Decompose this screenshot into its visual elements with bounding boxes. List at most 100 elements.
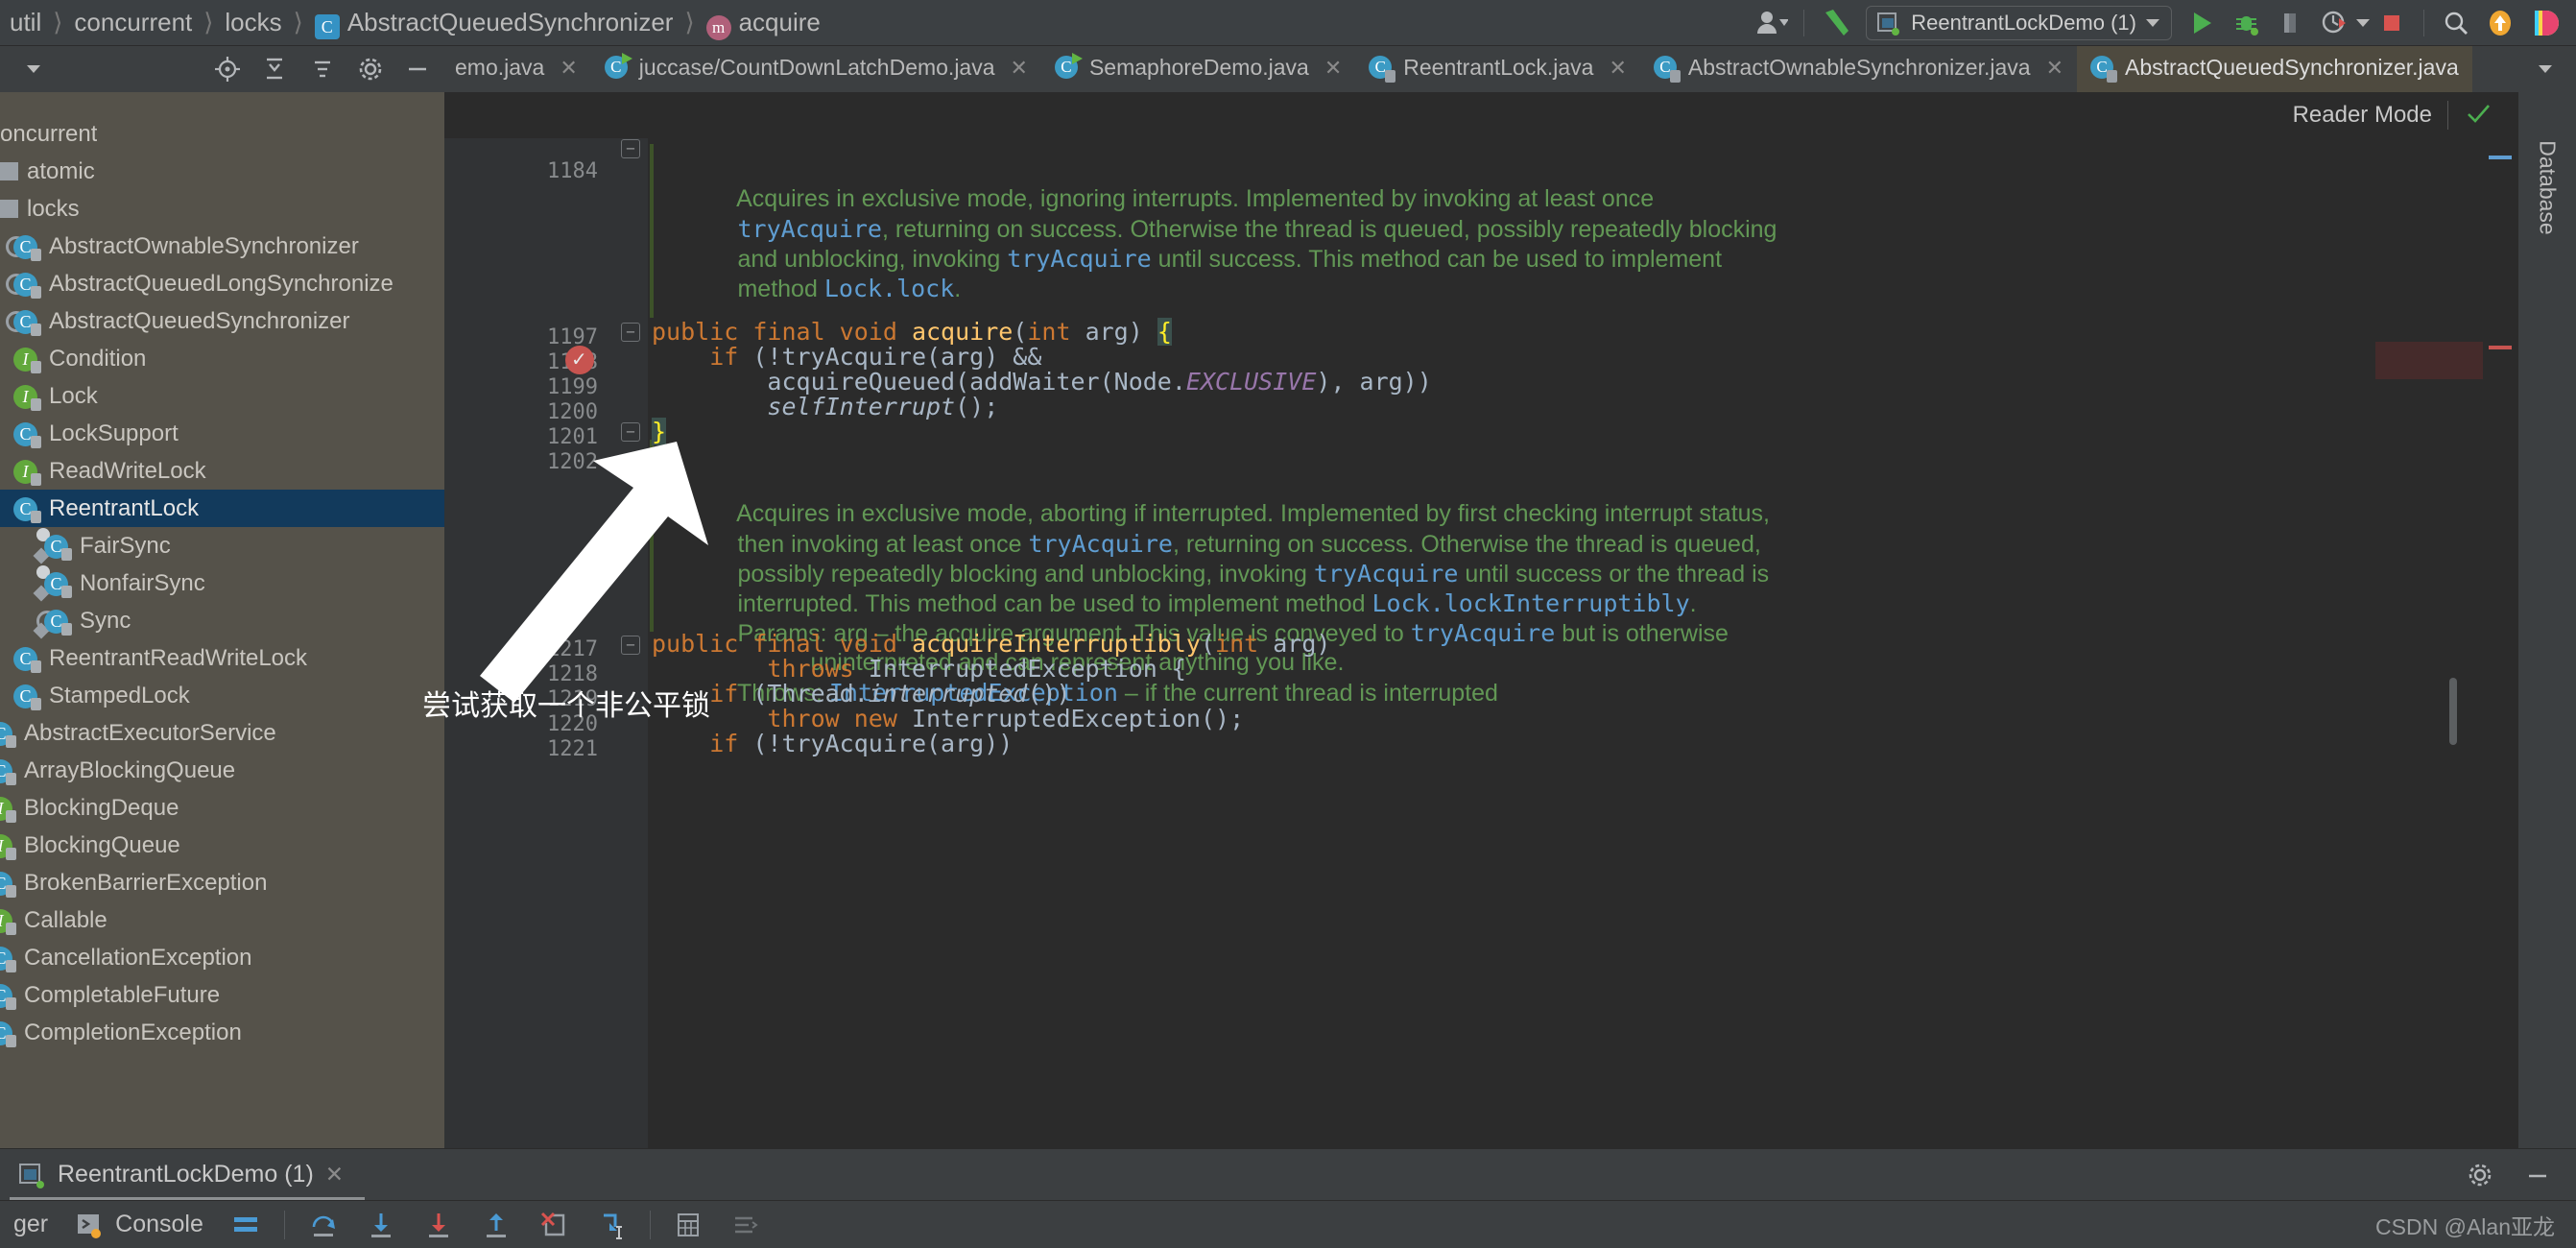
editor-scrollbar[interactable]: [2449, 678, 2457, 745]
tree-item-abstract-ownable-synchronizer[interactable]: C AbstractOwnableSynchronizer: [0, 228, 444, 265]
javadoc-link-tryacquire[interactable]: tryAcquire: [1007, 245, 1152, 273]
code-line-1198-text: if (!tryAcquire(arg) &&: [652, 343, 1041, 371]
collapse-all-icon[interactable]: [298, 46, 346, 92]
breakpoint-verified-icon[interactable]: ✓: [565, 346, 594, 374]
debugger-tab[interactable]: ger: [0, 1211, 61, 1238]
breadcrumb-item-method[interactable]: macquire: [697, 8, 830, 38]
chevron-down-icon[interactable]: [2146, 19, 2159, 27]
select-opened-file-icon[interactable]: [203, 46, 251, 92]
run-tab-reentrantlockdemo[interactable]: ReentrantLockDemo (1) ✕: [0, 1161, 357, 1189]
run-to-cursor-icon[interactable]: [583, 1210, 640, 1240]
chevron-down-icon[interactable]: [2520, 46, 2570, 92]
fold-marker[interactable]: −: [621, 636, 640, 655]
breadcrumb-item-concurrent[interactable]: concurrent: [64, 8, 202, 37]
tree-item-condition[interactable]: I Condition: [0, 340, 444, 377]
breadcrumb-item-locks[interactable]: locks: [215, 8, 291, 37]
fold-marker[interactable]: −: [621, 323, 640, 342]
close-icon[interactable]: ✕: [560, 56, 577, 81]
marker-red[interactable]: [2489, 346, 2512, 349]
profiler-icon[interactable]: [2312, 1, 2356, 45]
debug-icon[interactable]: [2224, 1, 2268, 45]
tree-item-completable-future[interactable]: C CompletableFuture: [0, 976, 444, 1014]
divider: [650, 1211, 651, 1239]
marker-blue[interactable]: [2489, 156, 2512, 159]
javadoc-link-tryacquire[interactable]: tryAcquire: [1411, 619, 1556, 647]
threads-icon[interactable]: [716, 1211, 772, 1239]
project-tree[interactable]: oncurrent atomic locks C AbstractOwnable…: [0, 92, 444, 1148]
tree-item-lock-support[interactable]: C LockSupport: [0, 415, 444, 452]
close-icon[interactable]: ✕: [2046, 56, 2063, 81]
fold-column[interactable]: − − − −: [609, 138, 648, 1148]
close-icon[interactable]: ✕: [325, 1162, 344, 1188]
tree-item-abstract-queued-long-synchronizer[interactable]: C AbstractQueuedLongSynchronize: [0, 265, 444, 302]
expand-all-icon[interactable]: [251, 46, 299, 92]
tree-item-nonfair-sync[interactable]: C NonfairSync: [0, 564, 444, 602]
fold-marker[interactable]: −: [621, 422, 640, 442]
step-into-icon[interactable]: [352, 1210, 410, 1240]
editor-tab-0[interactable]: emo.java ✕: [441, 46, 591, 92]
tree-item-reentrant-lock[interactable]: C ReentrantLock: [0, 490, 444, 527]
tree-item-atomic[interactable]: atomic: [0, 153, 444, 190]
update-project-icon[interactable]: [2478, 1, 2522, 45]
tree-item-cancellation-exception[interactable]: C CancellationException: [0, 939, 444, 976]
chevron-down-icon[interactable]: [10, 46, 58, 92]
tree-item-abstract-queued-synchronizer[interactable]: C AbstractQueuedSynchronizer: [0, 302, 444, 340]
tree-item-label: BrokenBarrierException: [24, 870, 267, 897]
tree-item-completion-exception[interactable]: C CompletionException: [0, 1014, 444, 1051]
editor-marker-column[interactable]: [2483, 138, 2517, 1148]
account-icon[interactable]: [1750, 1, 1794, 45]
tree-item-stamped-lock[interactable]: C StampedLock: [0, 677, 444, 714]
tree-item-callable[interactable]: I Callable: [0, 901, 444, 939]
tabs-overflow[interactable]: [2520, 46, 2576, 92]
editor-tab-5-active[interactable]: C AbstractQueuedSynchronizer.java: [2077, 46, 2472, 92]
fold-marker[interactable]: −: [621, 139, 640, 158]
tree-item-lock[interactable]: I Lock: [0, 377, 444, 415]
stop-icon[interactable]: [2370, 1, 2414, 45]
hide-panel-icon[interactable]: [394, 46, 441, 92]
tree-item-sync[interactable]: C Sync: [0, 602, 444, 639]
evaluate-expression-icon[interactable]: [660, 1211, 716, 1239]
tree-item-reentrant-read-write-lock[interactable]: C ReentrantReadWriteLock: [0, 639, 444, 677]
layout-icon[interactable]: [217, 1211, 274, 1239]
close-icon[interactable]: ✕: [1324, 56, 1342, 81]
code-editor[interactable]: Reader Mode 1184 1197 1198 1199 1200 120…: [444, 92, 2517, 1148]
source-code[interactable]: Acquires in exclusive mode, ignoring int…: [648, 138, 2517, 1148]
tree-item-label: AbstractExecutorService: [24, 720, 276, 747]
search-everywhere-icon[interactable]: [2434, 1, 2478, 45]
minimize-icon[interactable]: [2513, 1152, 2563, 1198]
close-icon[interactable]: ✕: [1011, 56, 1028, 81]
line-number-gutter[interactable]: 1184 1197 1198 1199 1200 1201 1202 1217 …: [444, 138, 609, 1148]
tree-item-array-blocking-queue[interactable]: C ArrayBlockingQueue: [0, 752, 444, 789]
breadcrumb-item-util[interactable]: util: [0, 8, 51, 37]
profiler-chevron-icon[interactable]: [2356, 19, 2370, 27]
tree-item-fair-sync[interactable]: C FairSync: [0, 527, 444, 564]
breadcrumb-item-class[interactable]: CAbstractQueuedSynchronizer: [305, 8, 683, 37]
run-icon[interactable]: [2180, 1, 2224, 45]
tree-item-blocking-queue[interactable]: I BlockingQueue: [0, 827, 444, 864]
tree-item-concurrent[interactable]: oncurrent: [0, 115, 444, 153]
step-over-icon[interactable]: [295, 1210, 352, 1240]
settings-gear-icon[interactable]: [2455, 1152, 2505, 1198]
console-tab[interactable]: Console: [61, 1211, 217, 1239]
tree-item-label: AbstractQueuedSynchronizer: [49, 308, 350, 335]
ide-logo-icon[interactable]: [2522, 1, 2566, 45]
run-configuration-selector[interactable]: ReentrantLockDemo (1): [1866, 6, 2172, 40]
step-out-icon[interactable]: [467, 1210, 525, 1240]
build-hammer-icon[interactable]: [1814, 1, 1858, 45]
editor-tab-3[interactable]: C ReentrantLock.java ✕: [1355, 46, 1640, 92]
tree-item-locks[interactable]: locks: [0, 190, 444, 228]
close-icon[interactable]: ✕: [1609, 56, 1626, 81]
run-coverage-icon[interactable]: [2268, 1, 2312, 45]
editor-tab-1[interactable]: C juccase/CountDownLatchDemo.java ✕: [591, 46, 1041, 92]
editor-tab-2[interactable]: C SemaphoreDemo.java ✕: [1041, 46, 1355, 92]
tool-window-database[interactable]: Database: [2535, 140, 2561, 234]
editor-tab-4[interactable]: C AbstractOwnableSynchronizer.java ✕: [1640, 46, 2077, 92]
tree-item-abstract-executor-service[interactable]: C AbstractExecutorService: [0, 714, 444, 752]
checkmark-icon[interactable]: [2464, 99, 2493, 132]
tree-item-read-write-lock[interactable]: I ReadWriteLock: [0, 452, 444, 490]
tree-item-blocking-deque[interactable]: I BlockingDeque: [0, 789, 444, 827]
tree-item-broken-barrier-exception[interactable]: C BrokenBarrierException: [0, 864, 444, 901]
settings-gear-icon[interactable]: [346, 46, 394, 92]
drop-frame-icon[interactable]: [525, 1210, 583, 1240]
force-step-into-icon[interactable]: [410, 1210, 467, 1240]
